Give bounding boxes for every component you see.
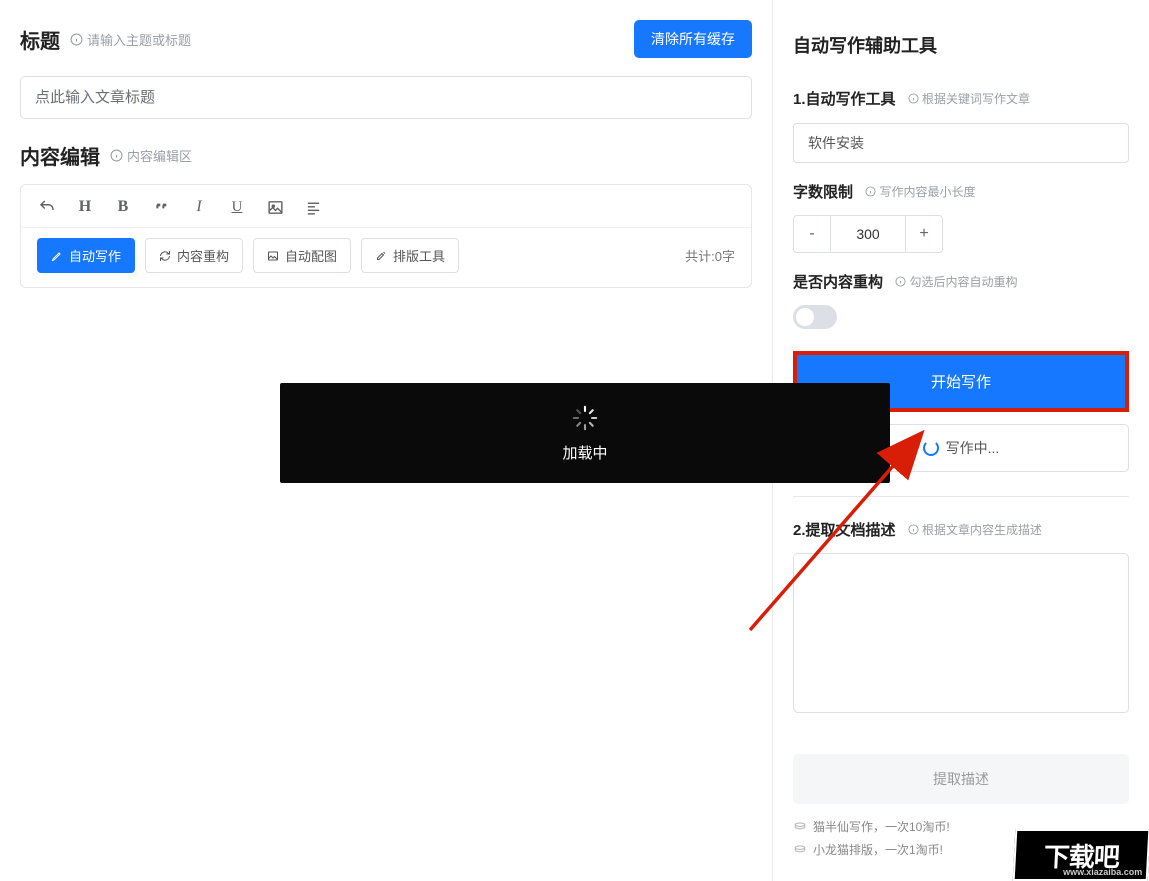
watermark-logo: 下载吧 www.xiazaiba.com bbox=[1013, 829, 1149, 881]
info-icon bbox=[908, 93, 919, 104]
layout-tool-button[interactable]: 排版工具 bbox=[361, 238, 459, 273]
editor-box: H B I U 自动写作 内容重构 自动配图 bbox=[20, 184, 752, 288]
align-left-icon[interactable] bbox=[303, 197, 323, 217]
auto-image-button[interactable]: 自动配图 bbox=[253, 238, 351, 273]
section2-hint: 根据文章内容生成描述 bbox=[908, 521, 1042, 538]
keyword-input[interactable] bbox=[793, 123, 1129, 163]
char-count: 共计:0字 bbox=[685, 246, 735, 265]
heading-icon[interactable]: H bbox=[75, 197, 95, 217]
bold-icon[interactable]: B bbox=[113, 197, 133, 217]
image-icon[interactable] bbox=[265, 197, 285, 217]
tools-icon bbox=[375, 250, 387, 262]
spinner-icon bbox=[923, 440, 939, 456]
loading-spinner-icon bbox=[571, 404, 599, 432]
underline-icon[interactable]: U bbox=[227, 197, 247, 217]
stepper-plus-button[interactable]: + bbox=[906, 216, 942, 252]
title-label: 标题 bbox=[20, 25, 60, 54]
section2-label: 2.提取文档描述 bbox=[793, 519, 896, 540]
italic-icon[interactable]: I bbox=[189, 197, 209, 217]
info-icon bbox=[110, 149, 123, 162]
info-icon bbox=[895, 276, 906, 287]
pencil-icon bbox=[51, 250, 63, 262]
picture-icon bbox=[267, 250, 279, 262]
quote-icon[interactable] bbox=[151, 197, 171, 217]
title-hint: 请输入主题或标题 bbox=[70, 30, 191, 49]
info-icon bbox=[70, 33, 83, 46]
content-edit-label: 内容编辑 bbox=[20, 141, 100, 170]
info-icon bbox=[865, 186, 876, 197]
section1-label: 1.自动写作工具 bbox=[793, 88, 896, 109]
wordlimit-label: 字数限制 bbox=[793, 181, 853, 202]
auto-write-button[interactable]: 自动写作 bbox=[37, 238, 135, 273]
restruct-label: 是否内容重构 bbox=[793, 271, 883, 292]
description-textarea[interactable] bbox=[793, 553, 1129, 713]
info-icon bbox=[908, 524, 919, 535]
clear-cache-button[interactable]: 清除所有缓存 bbox=[634, 20, 752, 58]
stepper-value-input[interactable] bbox=[831, 216, 905, 252]
loading-text: 加载中 bbox=[562, 442, 607, 463]
coin-icon bbox=[793, 843, 807, 857]
section1-hint: 根据关键词写作文章 bbox=[908, 90, 1030, 107]
panel-title: 自动写作辅助工具 bbox=[793, 0, 1129, 88]
wordlimit-hint: 写作内容最小长度 bbox=[865, 183, 975, 200]
title-input[interactable] bbox=[20, 76, 752, 119]
content-restructure-button[interactable]: 内容重构 bbox=[145, 238, 243, 273]
undo-icon[interactable] bbox=[37, 197, 57, 217]
extract-description-button[interactable]: 提取描述 bbox=[793, 754, 1129, 804]
wordlimit-stepper[interactable]: - + bbox=[793, 215, 943, 253]
section-divider bbox=[793, 496, 1129, 497]
restruct-toggle[interactable] bbox=[793, 305, 837, 329]
editor-toolbar: H B I U bbox=[21, 185, 751, 228]
refresh-icon bbox=[159, 250, 171, 262]
coin-icon bbox=[793, 820, 807, 834]
content-hint: 内容编辑区 bbox=[110, 146, 192, 165]
loading-overlay: 加载中 bbox=[280, 383, 890, 483]
stepper-minus-button[interactable]: - bbox=[794, 216, 830, 252]
restruct-hint: 勾选后内容自动重构 bbox=[895, 273, 1017, 290]
